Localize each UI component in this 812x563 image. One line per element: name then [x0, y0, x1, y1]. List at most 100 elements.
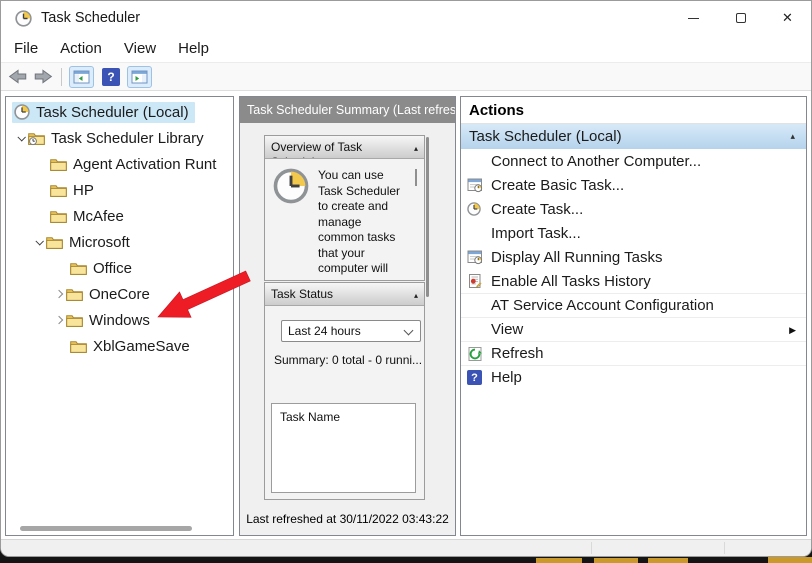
action-connect-to-another-computer[interactable]: Connect to Another Computer... [461, 149, 806, 173]
overview-scrollbar[interactable] [415, 169, 417, 186]
console-tree-panel: Task Scheduler (Local) Task Scheduler Li… [5, 96, 234, 536]
actions-group-title: Task Scheduler (Local) [469, 128, 622, 145]
tree-item-office[interactable]: Office [6, 255, 233, 281]
action-label: Connect to Another Computer... [491, 153, 701, 170]
toolbar: ? [1, 63, 811, 91]
forward-icon[interactable] [34, 69, 53, 84]
help-toolbar-button[interactable]: ? [102, 68, 120, 86]
show-action-pane-button[interactable] [127, 66, 152, 88]
show-console-tree-button[interactable] [69, 66, 94, 88]
action-help[interactable]: ? Help [461, 365, 806, 389]
action-display-all-running-tasks[interactable]: Display All Running Tasks [461, 245, 806, 269]
help-icon: ? [107, 70, 114, 84]
window-clock-icon [467, 177, 483, 193]
close-button[interactable]: ✕ [764, 1, 811, 35]
summary-panel: Task Scheduler Summary (Last refreshe Ov… [239, 96, 456, 536]
task-scheduler-window: Task Scheduler ✕ File Action View Help ? [0, 0, 812, 557]
desktop-artifact [768, 557, 812, 563]
window-title: Task Scheduler [41, 10, 140, 26]
collapse-icon[interactable]: ▴ [414, 288, 418, 303]
desktop-artifact [594, 558, 638, 563]
tree-item-label: Windows [89, 312, 150, 329]
overview-box-header[interactable]: Overview of Task Scheduler ▴ [265, 136, 424, 159]
menu-action[interactable]: Action [49, 37, 113, 60]
tree-item-agent-activation[interactable]: Agent Activation Runt [6, 151, 233, 177]
actions-header: Actions [461, 97, 806, 124]
submenu-arrow-icon: ▶ [789, 325, 796, 336]
menu-bar: File Action View Help [1, 35, 811, 63]
folder-icon [50, 157, 67, 172]
tree-item-microsoft[interactable]: Microsoft [6, 229, 233, 255]
menu-file[interactable]: File [3, 37, 49, 60]
tree-item-onecore[interactable]: OneCore [6, 281, 233, 307]
folder-icon [50, 209, 67, 224]
clock-icon [467, 202, 481, 216]
minimize-icon [688, 18, 699, 19]
action-label: Enable All Tasks History [491, 273, 651, 290]
tree-item-task-scheduler-library[interactable]: Task Scheduler Library [6, 125, 233, 151]
action-label: AT Service Account Configuration [491, 297, 714, 314]
console-content: Task Scheduler (Local) Task Scheduler Li… [1, 91, 811, 539]
menu-view[interactable]: View [113, 37, 167, 60]
menu-help[interactable]: Help [167, 37, 220, 60]
title-bar: Task Scheduler ✕ [1, 1, 811, 35]
vertical-scrollbar[interactable] [426, 137, 429, 297]
history-doc-icon [467, 273, 483, 289]
action-at-service-account-configuration[interactable]: AT Service Account Configuration [461, 293, 806, 317]
tree-item-label: OneCore [89, 286, 150, 303]
tree-item-task-scheduler-local[interactable]: Task Scheduler (Local) [6, 99, 233, 125]
action-label: Import Task... [491, 225, 581, 242]
chevron-right-icon[interactable] [52, 317, 66, 323]
folder-icon [50, 183, 67, 198]
task-status-box-header[interactable]: Task Status ▴ [265, 283, 424, 306]
tree-item-windows[interactable]: Windows [6, 307, 233, 333]
close-icon: ✕ [782, 10, 793, 26]
action-enable-all-tasks-history[interactable]: Enable All Tasks History [461, 269, 806, 293]
action-label: Help [491, 369, 522, 386]
tree-item-mcafee[interactable]: McAfee [6, 203, 233, 229]
task-scheduler-clock-icon [273, 168, 309, 204]
task-name-column-header[interactable]: Task Name [280, 410, 340, 424]
folder-icon [66, 287, 83, 302]
action-refresh[interactable]: Refresh [461, 341, 806, 365]
chevron-down-icon[interactable] [32, 239, 46, 245]
folder-icon [70, 261, 87, 276]
horizontal-scrollbar[interactable] [20, 526, 192, 531]
folder-icon [46, 235, 63, 250]
tree-item-label: Task Scheduler (Local) [36, 104, 189, 121]
clock-icon [14, 104, 30, 120]
chevron-down-icon [404, 326, 414, 336]
selected-highlight: Task Scheduler (Local) [12, 102, 195, 123]
status-bar-divider [591, 542, 592, 554]
toolbar-separator [61, 68, 62, 86]
tree-item-label: McAfee [73, 208, 124, 225]
tree-item-xblgamesave[interactable]: XblGameSave [6, 333, 233, 359]
window-clock-icon [467, 249, 483, 265]
overview-body: You can use Task Scheduler to create and… [265, 159, 424, 277]
folder-icon [70, 339, 87, 354]
action-import-task[interactable]: Import Task... [461, 221, 806, 245]
tree-item-label: Agent Activation Runt [73, 156, 216, 173]
action-label: Refresh [491, 345, 544, 362]
action-label: Display All Running Tasks [491, 249, 662, 266]
collapse-icon[interactable]: ▴ [414, 141, 418, 156]
action-create-task[interactable]: Create Task... [461, 197, 806, 221]
action-label: View [491, 321, 523, 338]
action-view[interactable]: View ▶ [461, 317, 806, 341]
time-range-dropdown[interactable]: Last 24 hours [281, 320, 421, 342]
tree-item-label: Office [93, 260, 132, 277]
time-range-value: Last 24 hours [288, 324, 361, 338]
maximize-button[interactable] [717, 1, 764, 35]
tree-item-hp[interactable]: HP [6, 177, 233, 203]
back-icon[interactable] [8, 69, 27, 84]
desktop-artifact [648, 558, 688, 563]
chevron-right-icon[interactable] [52, 291, 66, 297]
chevron-down-icon[interactable] [14, 135, 28, 141]
action-create-basic-task[interactable]: Create Basic Task... [461, 173, 806, 197]
task-name-table: Task Name [271, 403, 416, 493]
minimize-button[interactable] [670, 1, 717, 35]
collapse-icon[interactable]: ▴ [790, 131, 795, 142]
actions-group-task-scheduler-local[interactable]: Task Scheduler (Local) ▴ [461, 124, 806, 149]
task-scheduler-app-icon [15, 10, 32, 27]
console-tree-icon [73, 70, 90, 84]
